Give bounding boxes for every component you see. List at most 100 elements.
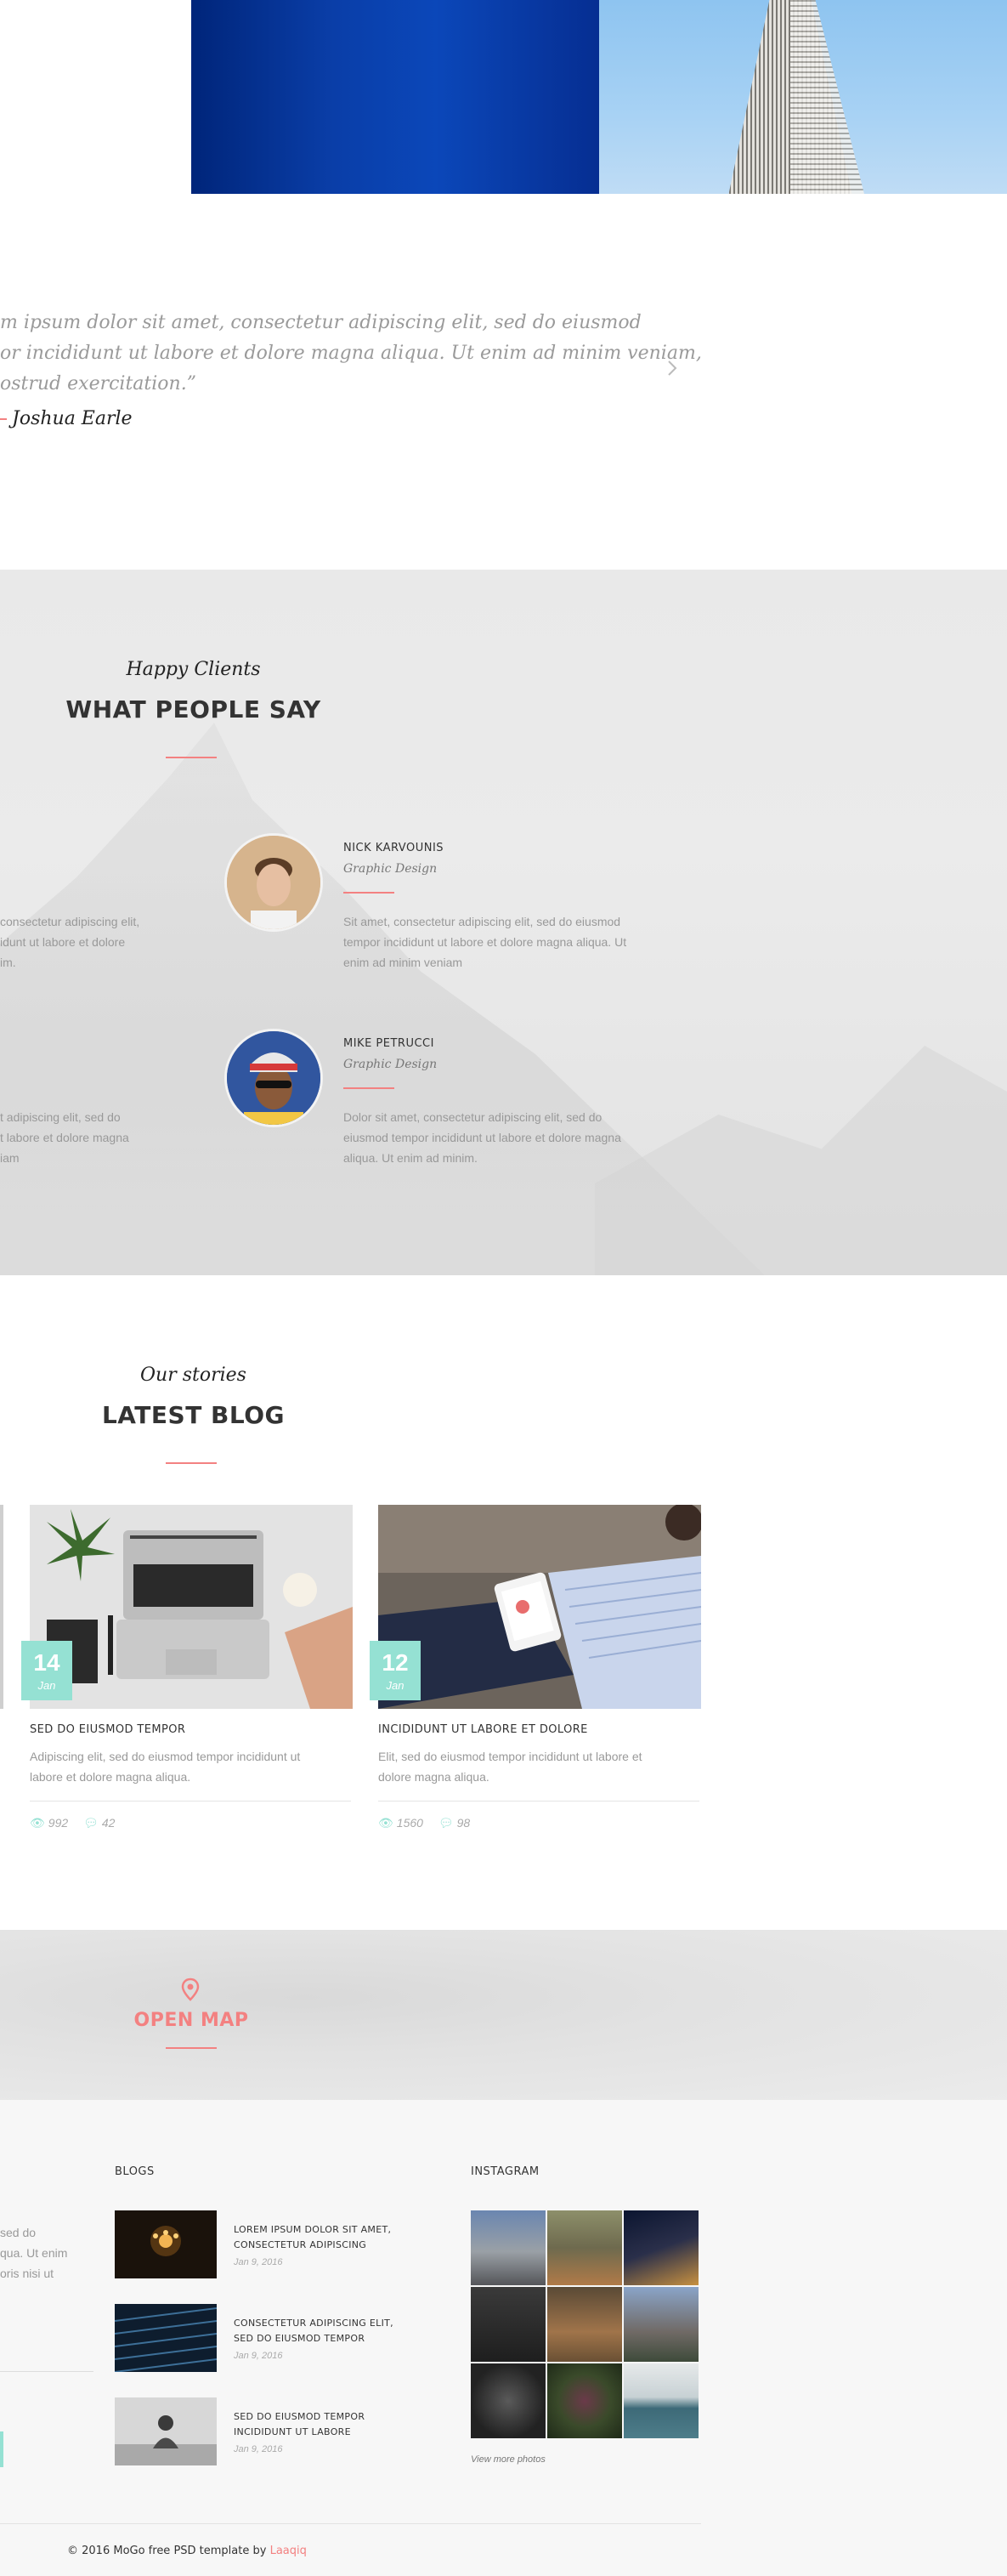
text-line: Elit, sed do eiusmod tempor incididunt u… [378,1750,642,1763]
views-count: 1560 [396,1816,423,1830]
text-line: eiusmod tempor incididunt ut labore et d… [343,1131,621,1144]
instagram-heading: INSTAGRAM [471,2165,540,2178]
text-line: sed do [0,2226,37,2239]
instagram-photo[interactable] [547,2363,622,2438]
copyright: © 2016 MoGo free PSD template by Laaqiq [67,2545,307,2557]
blogs-heading: BLOGS [115,2165,155,2178]
text-line: SED DO EIUSMOD TEMPOR [234,2411,365,2422]
text-line: Adipiscing elit, sed do eiusmod tempor i… [30,1750,301,1763]
comment-icon[interactable]: 💬︎ [438,1816,454,1830]
hero-image-blue [191,0,599,194]
blog-meta: 👁︎ 1560 💬︎ 98 [378,1816,470,1830]
blog-image[interactable] [378,1505,701,1709]
text-line: consectetur adipiscing elit, [0,915,140,928]
partial-accent [0,2431,3,2467]
hero-image-tower [599,0,1007,194]
author-link[interactable]: Laaqiq [270,2545,307,2557]
instagram-photo[interactable] [471,2287,546,2362]
footer-blog-title[interactable]: CONSECTETUR ADIPISCING ELIT, SED DO EIUS… [234,2316,393,2346]
eye-icon: 👁︎ [30,1816,45,1830]
footer-partial-text: sed do qua. Ut enim oris nisi ut [0,2222,93,2284]
text-line: aliqua. Ut enim ad minim. [343,1151,478,1165]
text-line: CONSECTETUR ADIPISCING ELIT, [234,2318,393,2329]
section-script-title: Our stories [140,1365,246,1386]
text-line: dolore magna aliqua. [378,1770,489,1784]
instagram-photo[interactable] [547,2287,622,2362]
date-badge: 12 Jan [370,1641,421,1700]
instagram-photo[interactable] [547,2210,622,2285]
name-underline [343,1087,394,1089]
text-line: Dolor sit amet, consectetur adipiscing e… [343,1110,603,1124]
open-map-button[interactable]: OPEN MAP [127,2010,255,2031]
quote-author: Joshua Earle [0,408,133,429]
testimonial-role: Graphic Design [343,862,438,876]
blog-image[interactable] [30,1505,353,1709]
footer-blog-thumb[interactable] [115,2210,217,2278]
section-script-title: Happy Clients [126,659,261,680]
text-line: t adipiscing elit, sed do [0,1110,121,1124]
footer-blog-thumb[interactable] [115,2397,217,2465]
avatar [224,1029,323,1127]
quote-text: m ipsum dolor sit amet, consectetur adip… [0,308,702,400]
date-month: Jan [37,1679,56,1692]
blog-meta: 👁︎ 992 💬︎ 42 [30,1816,115,1830]
text-line: oris nisi ut [0,2267,54,2280]
text-line: Sit amet, consectetur adipiscing elit, s… [343,915,621,928]
chevron-right-icon[interactable] [661,357,683,379]
comments-count: 42 [101,1816,116,1830]
footer-blog-title[interactable]: SED DO EIUSMOD TEMPOR INCIDIDUNT UT LABO… [234,2409,365,2440]
footer-blog-date: Jan 9, 2016 [234,2257,283,2267]
text-line: INCIDIDUNT UT LABORE [234,2426,351,2437]
testimonial-text: Sit amet, consectetur adipiscing elit, s… [343,911,683,973]
instagram-photo[interactable] [624,2287,699,2362]
footer-blog-date: Jan 9, 2016 [234,2351,283,2361]
blog-excerpt: Elit, sed do eiusmod tempor incididunt u… [378,1746,701,1787]
footer-blog-date: Jan 9, 2016 [234,2444,283,2454]
text-line: SED DO EIUSMOD TEMPOR [234,2333,365,2344]
blog-title[interactable]: INCIDIDUNT UT LABORE ET DOLORE [378,1723,588,1736]
text-line: CONSECTETUR ADIPISCING [234,2239,367,2250]
comment-icon[interactable]: 💬︎ [83,1816,99,1830]
partial-blog-card [0,1505,3,1709]
text-line: enim ad minim veniam [343,956,463,969]
eye-icon: 👁︎ [378,1816,393,1830]
quote-line: ostrud exercitation.” [0,373,196,394]
blog-title[interactable]: SED DO EIUSMOD TEMPOR [30,1723,185,1736]
view-more-photos-link[interactable]: View more photos [471,2454,546,2465]
quote-line: or incididunt ut labore et dolore magna … [0,343,702,364]
blog-excerpt: Adipiscing elit, sed do eiusmod tempor i… [30,1746,353,1787]
text-line: tempor incididunt ut labore et dolore ma… [343,935,627,949]
text-line: LOREM IPSUM DOLOR SIT AMET, [234,2224,392,2235]
section-title: LATEST BLOG [101,1401,286,1429]
text-line: qua. Ut enim [0,2246,68,2260]
map-pin-icon[interactable] [181,1977,200,2001]
partial-testimonial: consectetur adipiscing elit, idunt ut la… [0,911,170,973]
instagram-photo[interactable] [471,2210,546,2285]
partial-testimonial: t adipiscing elit, sed do t labore et do… [0,1107,170,1168]
text-line: labore et dolore magna aliqua. [30,1770,191,1784]
author-name: Joshua Earle [12,408,133,429]
views-count: 992 [48,1816,69,1830]
text-line: im. [0,956,16,969]
footer-blog-thumb[interactable] [114,2304,218,2373]
section-title: WHAT PEOPLE SAY [65,695,321,723]
instagram-photo[interactable] [471,2363,546,2438]
instagram-photo[interactable] [624,2363,699,2438]
instagram-photo[interactable] [624,2210,699,2285]
date-day: 14 [33,1649,60,1676]
title-underline [166,757,217,758]
divider [0,2523,701,2524]
testimonial-role: Graphic Design [343,1058,438,1071]
title-underline [166,1462,217,1464]
name-underline [343,892,394,894]
date-badge: 14 Jan [21,1641,72,1700]
map-underline [166,2047,217,2049]
date-day: 12 [382,1649,409,1676]
testimonial-name: MIKE PETRUCCI [343,1037,434,1050]
text-line: iam [0,1151,20,1165]
footer-blog-title[interactable]: LOREM IPSUM DOLOR SIT AMET, CONSECTETUR … [234,2222,391,2253]
text-line: t labore et dolore magna [0,1131,129,1144]
comments-count: 98 [456,1816,471,1830]
testimonial-text: Dolor sit amet, consectetur adipiscing e… [343,1107,683,1168]
date-month: Jan [386,1679,404,1692]
